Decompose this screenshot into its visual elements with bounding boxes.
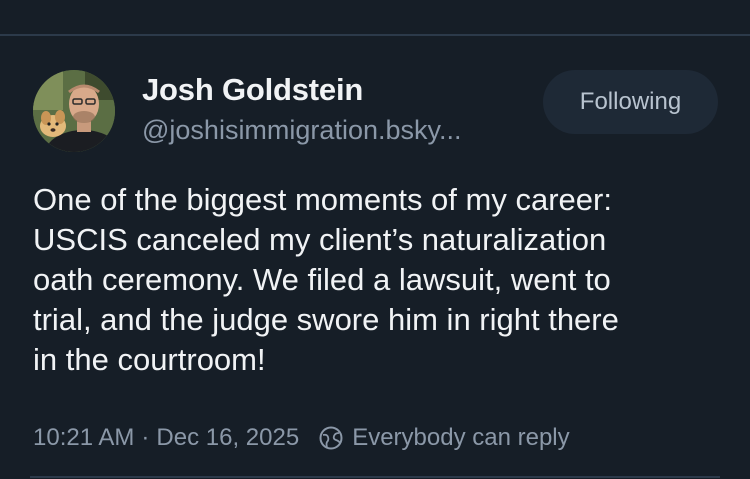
- post-text-line: USCIS canceled my client’s naturalizatio…: [33, 222, 607, 257]
- top-divider: [0, 34, 750, 36]
- author-display-name[interactable]: Josh Goldstein: [142, 72, 363, 108]
- post-text-line: trial, and the judge swore him in right …: [33, 302, 619, 337]
- post-text-line: oath ceremony. We filed a lawsuit, went …: [33, 262, 611, 297]
- post-text-line: One of the biggest moments of my career:: [33, 182, 612, 217]
- avatar[interactable]: [33, 70, 115, 152]
- avatar-photo: [33, 70, 115, 152]
- post-time[interactable]: 10:21 AM: [33, 424, 134, 452]
- reply-setting-label: Everybody can reply: [352, 424, 570, 451]
- post-text-line: in the courtroom!: [33, 342, 266, 377]
- reply-setting[interactable]: Everybody can reply: [318, 424, 570, 452]
- post-meta: 10:21 AM · Dec 16, 2025 Everybody can re…: [33, 422, 570, 454]
- post-date[interactable]: Dec 16, 2025: [156, 424, 299, 452]
- author-handle[interactable]: @joshisimmigration.bsky...: [142, 115, 462, 146]
- meta-separator: ·: [141, 424, 150, 451]
- post-text: One of the biggest moments of my career:…: [33, 180, 733, 380]
- bottom-divider: [30, 476, 720, 478]
- following-button[interactable]: Following: [543, 70, 718, 134]
- globe-icon: [318, 425, 344, 451]
